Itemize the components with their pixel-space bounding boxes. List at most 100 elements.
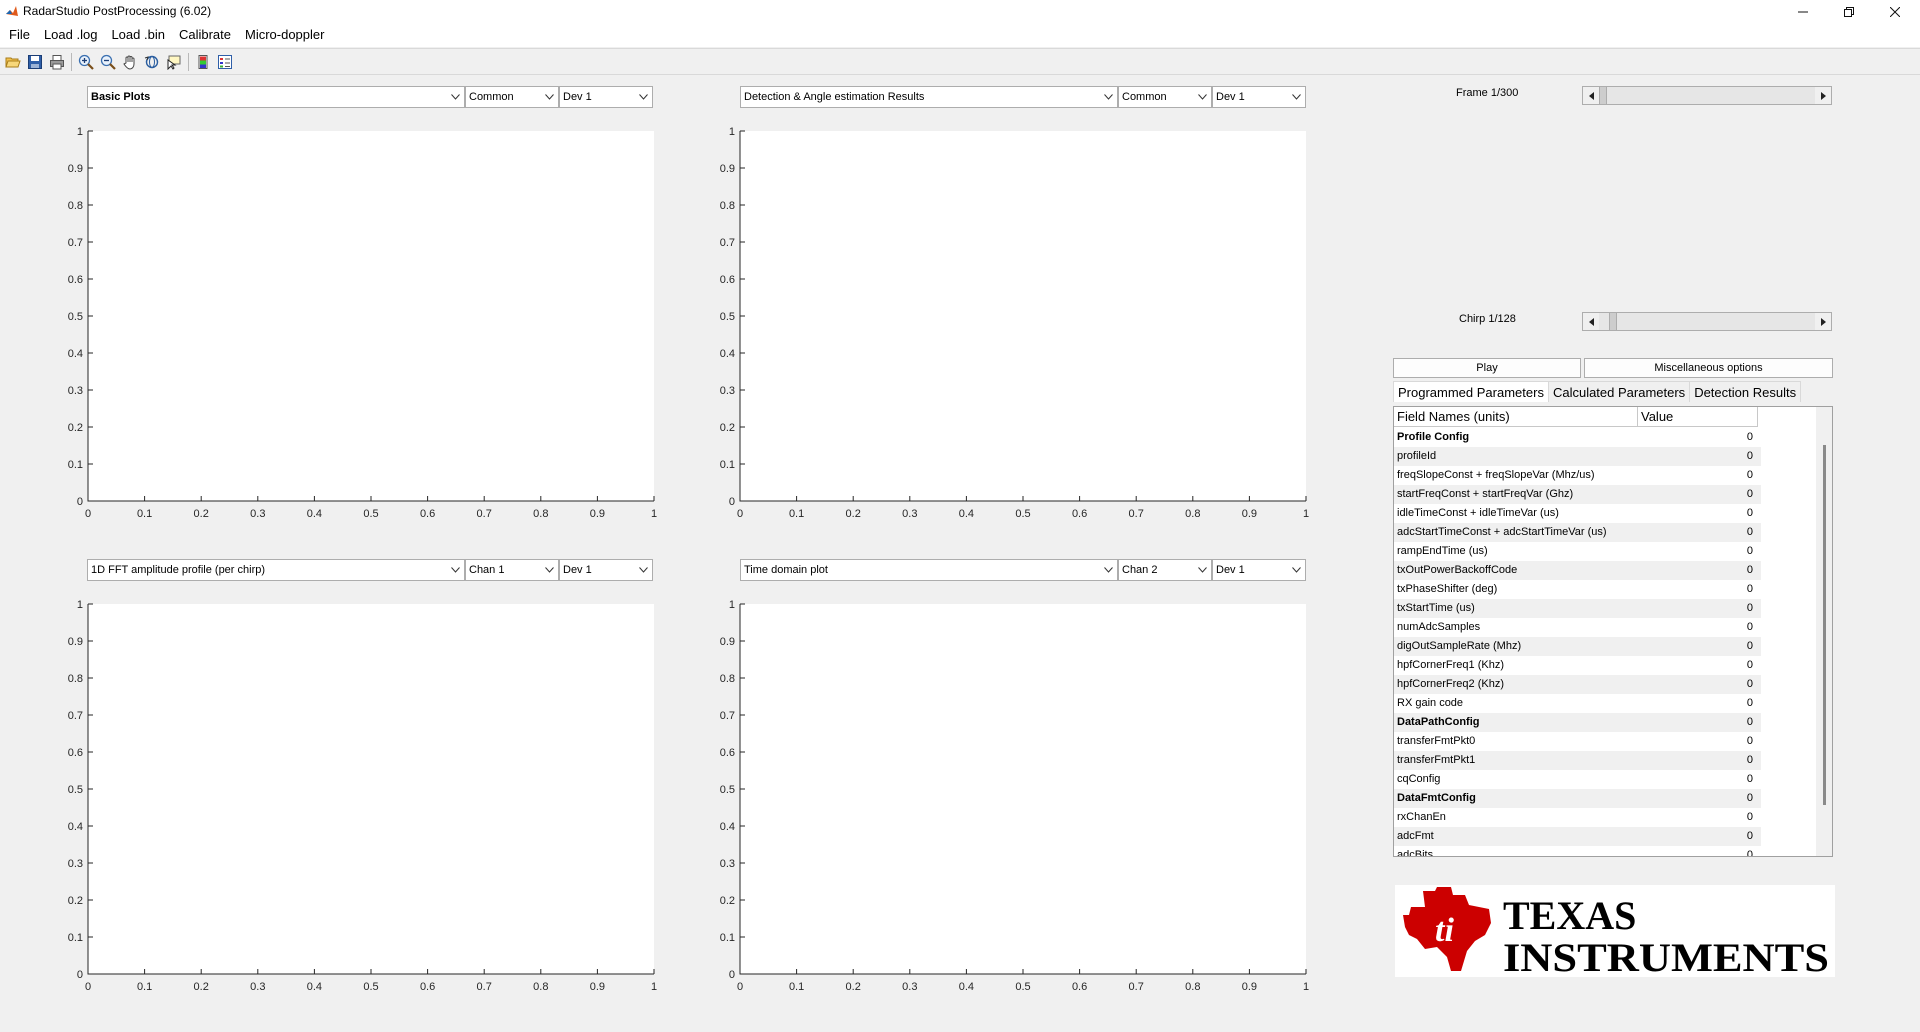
value-cell[interactable]: 0: [1637, 561, 1757, 580]
zoom-in-button[interactable]: [75, 51, 97, 73]
parameters-table[interactable]: Field Names (units) Value Profile Config…: [1393, 406, 1833, 857]
tab-calculated-parameters[interactable]: Calculated Parameters: [1547, 381, 1690, 402]
table-row[interactable]: startFreqConst + startFreqVar (Ghz) 0: [1394, 485, 1761, 504]
restore-button[interactable]: [1826, 0, 1872, 23]
plot3-device-select[interactable]: Dev 1: [559, 559, 653, 581]
table-row[interactable]: hpfCornerFreq1 (Khz) 0: [1394, 656, 1761, 675]
chirp-slider-thumb[interactable]: [1609, 313, 1617, 330]
value-cell[interactable]: 0: [1637, 485, 1757, 504]
chirp-slider[interactable]: [1582, 312, 1832, 331]
x-tick-label: 0.7: [477, 508, 492, 520]
plot1-type-select[interactable]: Basic Plots: [87, 86, 465, 108]
table-row[interactable]: txOutPowerBackoffCode 0: [1394, 561, 1761, 580]
table-row[interactable]: txPhaseShifter (deg) 0: [1394, 580, 1761, 599]
value-cell[interactable]: 0: [1637, 542, 1757, 561]
table-row[interactable]: transferFmtPkt1 0: [1394, 751, 1761, 770]
menu-load-bin[interactable]: Load .bin: [104, 24, 172, 46]
play-button[interactable]: Play: [1393, 358, 1581, 378]
table-row[interactable]: adcBits 0: [1394, 846, 1761, 857]
scrollbar-thumb[interactable]: [1823, 445, 1826, 805]
table-row[interactable]: transferFmtPkt0 0: [1394, 732, 1761, 751]
plot4-channel-select[interactable]: Chan 2: [1118, 559, 1212, 581]
plot2-device-select[interactable]: Dev 1: [1212, 86, 1306, 108]
table-row[interactable]: idleTimeConst + idleTimeVar (us) 0: [1394, 504, 1761, 523]
value-cell[interactable]: 0: [1637, 846, 1757, 856]
frame-slider-thumb[interactable]: [1599, 87, 1607, 104]
misc-options-button[interactable]: Miscellaneous options: [1584, 358, 1833, 378]
value-cell[interactable]: 0: [1637, 694, 1757, 713]
value-cell[interactable]: 0: [1637, 713, 1757, 732]
value-cell[interactable]: 0: [1637, 637, 1757, 656]
frame-next-button[interactable]: [1815, 87, 1831, 104]
menu-file[interactable]: File: [2, 24, 37, 46]
x-tick-label: 0.4: [959, 981, 974, 993]
plot1-device-select[interactable]: Dev 1: [559, 86, 653, 108]
value-cell[interactable]: 0: [1637, 675, 1757, 694]
value-cell[interactable]: 0: [1637, 580, 1757, 599]
table-row[interactable]: RX gain code 0: [1394, 694, 1761, 713]
frame-slider[interactable]: [1582, 86, 1832, 105]
plot1-mode-select[interactable]: Common: [465, 86, 559, 108]
minimize-button[interactable]: [1780, 0, 1826, 23]
table-row[interactable]: Profile Config 0: [1394, 428, 1761, 447]
table-row[interactable]: rxChanEn 0: [1394, 808, 1761, 827]
value-cell[interactable]: 0: [1637, 827, 1757, 846]
legend-button[interactable]: [214, 51, 236, 73]
table-row[interactable]: profileId 0: [1394, 447, 1761, 466]
tab-programmed-parameters[interactable]: Programmed Parameters: [1393, 381, 1548, 402]
value-cell[interactable]: 0: [1637, 618, 1757, 637]
chirp-prev-button[interactable]: [1583, 313, 1599, 330]
print-button[interactable]: [46, 51, 68, 73]
close-button[interactable]: [1872, 0, 1918, 23]
plot3-type-select[interactable]: 1D FFT amplitude profile (per chirp): [87, 559, 465, 581]
plot2-mode-select[interactable]: Common: [1118, 86, 1212, 108]
plot2-type-select[interactable]: Detection & Angle estimation Results: [740, 86, 1118, 108]
table-row[interactable]: DataPathConfig 0: [1394, 713, 1761, 732]
table-row[interactable]: digOutSampleRate (Mhz) 0: [1394, 637, 1761, 656]
value-cell[interactable]: 0: [1637, 428, 1757, 447]
table-row[interactable]: adcStartTimeConst + adcStartTimeVar (us)…: [1394, 523, 1761, 542]
menu-micro-doppler[interactable]: Micro-doppler: [238, 24, 331, 46]
table-row[interactable]: DataFmtConfig 0: [1394, 789, 1761, 808]
column-header-field-names[interactable]: Field Names (units): [1394, 407, 1638, 427]
value-cell[interactable]: 0: [1637, 770, 1757, 789]
value-cell[interactable]: 0: [1637, 732, 1757, 751]
table-row[interactable]: freqSlopeConst + freqSlopeVar (Mhz/us) 0: [1394, 466, 1761, 485]
table-row[interactable]: rampEndTime (us) 0: [1394, 542, 1761, 561]
save-button[interactable]: [24, 51, 46, 73]
table-row[interactable]: numAdcSamples 0: [1394, 618, 1761, 637]
plot3-channel-select[interactable]: Chan 1: [465, 559, 559, 581]
value-cell[interactable]: 0: [1637, 504, 1757, 523]
value-cell[interactable]: 0: [1637, 789, 1757, 808]
plot4-type-select[interactable]: Time domain plot: [740, 559, 1118, 581]
chevron-down-icon: [1292, 567, 1301, 573]
rotate-button[interactable]: [141, 51, 163, 73]
value-cell[interactable]: 0: [1637, 599, 1757, 618]
frame-prev-button[interactable]: [1583, 87, 1599, 104]
field-name-cell: adcBits: [1397, 849, 1434, 857]
open-button[interactable]: [2, 51, 24, 73]
select-value: Chan 1: [469, 564, 505, 576]
column-header-value[interactable]: Value: [1638, 407, 1758, 427]
value-cell[interactable]: 0: [1637, 466, 1757, 485]
table-scrollbar[interactable]: [1816, 407, 1832, 856]
x-tick-label: 0.9: [590, 508, 605, 520]
menu-load-log[interactable]: Load .log: [37, 24, 105, 46]
table-row[interactable]: cqConfig 0: [1394, 770, 1761, 789]
pan-button[interactable]: [119, 51, 141, 73]
value-cell[interactable]: 0: [1637, 751, 1757, 770]
zoom-out-button[interactable]: [97, 51, 119, 73]
value-cell[interactable]: 0: [1637, 447, 1757, 466]
menu-calibrate[interactable]: Calibrate: [172, 24, 238, 46]
table-row[interactable]: txStartTime (us) 0: [1394, 599, 1761, 618]
value-cell[interactable]: 0: [1637, 656, 1757, 675]
value-cell[interactable]: 0: [1637, 523, 1757, 542]
plot4-device-select[interactable]: Dev 1: [1212, 559, 1306, 581]
table-row[interactable]: hpfCornerFreq2 (Khz) 0: [1394, 675, 1761, 694]
chirp-next-button[interactable]: [1815, 313, 1831, 330]
data-cursor-button[interactable]: [163, 51, 185, 73]
table-row[interactable]: adcFmt 0: [1394, 827, 1761, 846]
tab-detection-results[interactable]: Detection Results: [1689, 381, 1802, 402]
colorbar-button[interactable]: [192, 51, 214, 73]
value-cell[interactable]: 0: [1637, 808, 1757, 827]
